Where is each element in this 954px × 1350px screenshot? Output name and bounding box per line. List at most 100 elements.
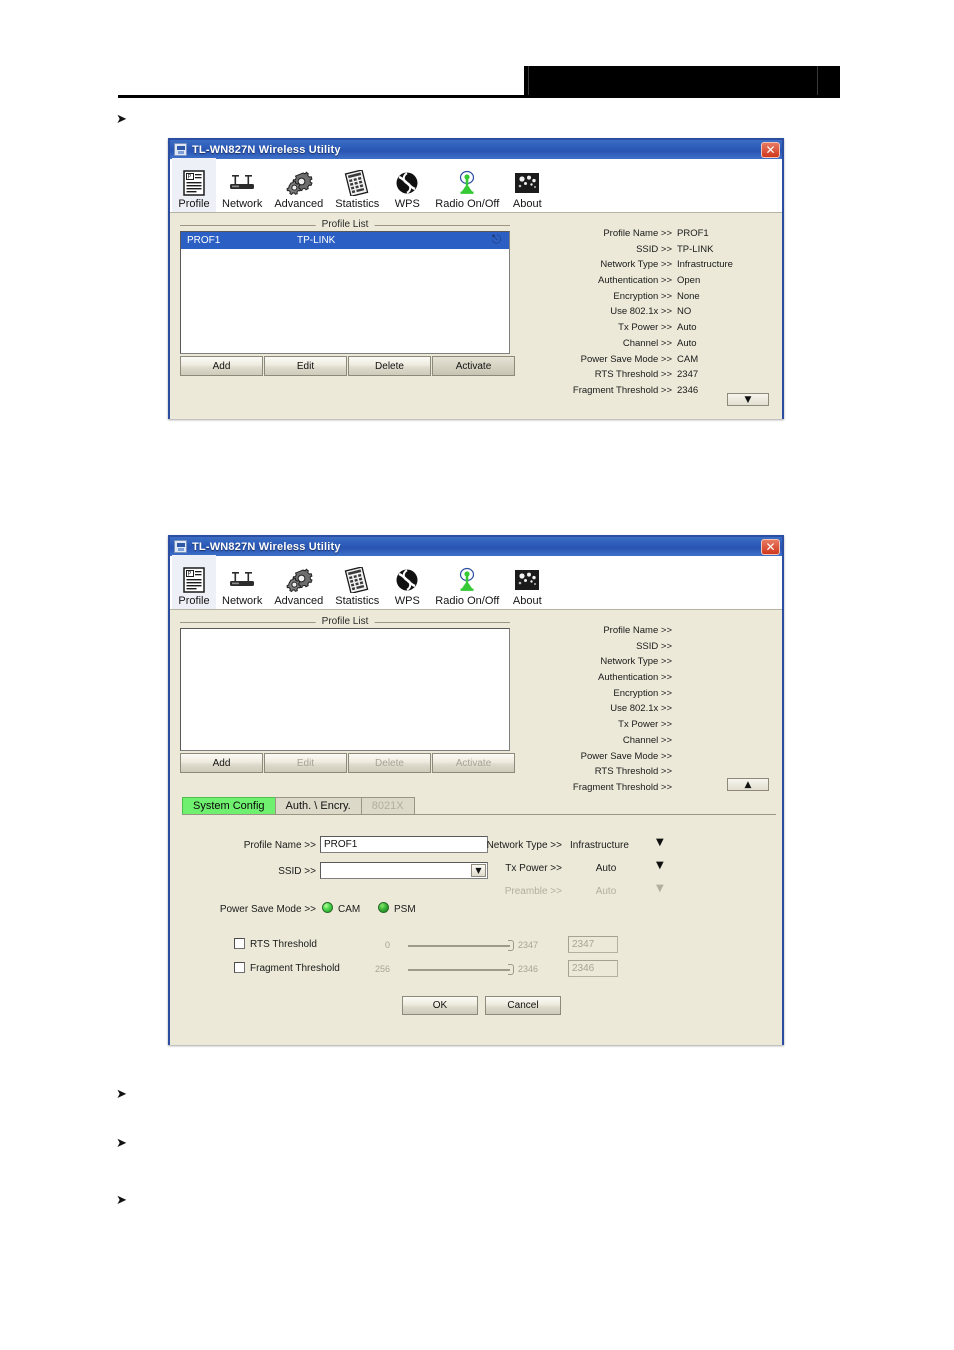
tabstrip-underline — [182, 814, 776, 815]
detail-row: Power Save Mode >> — [516, 751, 778, 762]
detail-value: CAM — [677, 353, 699, 365]
detail-label: RTS Threshold >> — [594, 766, 672, 778]
activate-button[interactable]: Activate — [432, 356, 515, 376]
wps-icon — [391, 169, 423, 197]
network-type-label: Network Type >> — [486, 840, 562, 851]
tab-label: Auth. \ Encry. — [285, 800, 351, 812]
tx-power-chevron-down-icon[interactable]: ▼ — [656, 861, 664, 871]
page-header-rule — [118, 95, 840, 98]
fragment-threshold-checkbox[interactable] — [234, 962, 245, 973]
profile-row-name: PROF1 — [187, 235, 221, 246]
toolbar-item-radio-on-off[interactable]: Radio On/Off — [429, 158, 505, 212]
scroll-down-button[interactable]: ▼ — [727, 393, 769, 406]
table-row[interactable]: PROF1 TP-LINK ⎋ — [181, 232, 509, 249]
fragment-slider-track[interactable] — [408, 969, 510, 971]
profile-name-input[interactable]: PROF1 — [320, 836, 488, 853]
add-button[interactable]: Add — [180, 753, 263, 773]
tx-power-value[interactable]: Auto — [570, 863, 642, 874]
detail-label: Tx Power >> — [618, 322, 672, 334]
rts-slider-track[interactable] — [408, 945, 510, 947]
wireless-utility-window-2: TL-WN827N Wireless Utility ✕ P Profile N… — [168, 535, 784, 1045]
detail-value: Auto — [677, 337, 697, 349]
power-save-psm-radio[interactable] — [378, 902, 389, 913]
detail-row: Profile Name >> PROF1 — [516, 229, 778, 239]
network-type-value[interactable]: Infrastructure — [570, 840, 670, 851]
profile-list-box[interactable]: PROF1 TP-LINK ⎋ — [180, 231, 510, 354]
cancel-button[interactable]: Cancel — [485, 996, 561, 1015]
app-icon — [174, 143, 187, 156]
toolbar-item-network[interactable]: Network — [216, 555, 268, 609]
detail-label: Fragment Threshold >> — [572, 384, 672, 396]
toolbar-item-profile[interactable]: P Profile — [172, 158, 216, 212]
detail-row: Use 802.1x >> — [516, 704, 778, 714]
toolbar-item-advanced[interactable]: Advanced — [268, 158, 329, 212]
arrow-bullet-1: ➤ — [116, 112, 127, 127]
add-button[interactable]: Add — [180, 356, 263, 376]
detail-value: Open — [677, 275, 701, 287]
toolbar-item-statistics[interactable]: Statistics — [329, 555, 385, 609]
toolbar-item-statistics[interactable]: Statistics — [329, 158, 385, 212]
profile-details-panel: Profile Name >> SSID >> Network Type >> Aut… — [516, 626, 778, 799]
fragment-slider-thumb[interactable] — [508, 964, 514, 975]
network-icon — [226, 566, 258, 594]
rts-threshold-value[interactable]: 2347 — [568, 936, 618, 953]
toolbar-item-label: Radio On/Off — [435, 595, 500, 607]
fragment-threshold-value[interactable]: 2346 — [568, 960, 618, 977]
profile-action-buttons: Add Edit Delete Activate — [180, 356, 515, 376]
detail-value: Auto — [677, 322, 697, 334]
detail-row: Authentication >> Open — [516, 276, 778, 286]
title-bar[interactable]: TL-WN827N Wireless Utility ✕ — [170, 537, 782, 556]
main-toolbar: P Profile Network Advanced Statistics WP… — [170, 555, 782, 610]
toolbar-item-wps[interactable]: WPS — [385, 555, 429, 609]
arrow-bullet-2: ➤ — [116, 1087, 127, 1102]
detail-label: Encryption >> — [613, 290, 672, 302]
detail-value: 2347 — [677, 369, 699, 381]
edit-button[interactable]: Edit — [264, 356, 347, 376]
close-icon[interactable]: ✕ — [761, 538, 780, 555]
toolbar-item-network[interactable]: Network — [216, 158, 268, 212]
rts-slider-thumb[interactable] — [508, 940, 514, 951]
detail-row: Encryption >> None — [516, 292, 778, 302]
detail-row: Channel >> Auto — [516, 339, 778, 349]
toolbar-item-wps[interactable]: WPS — [385, 158, 429, 212]
tab-system-config[interactable]: System Config — [182, 797, 276, 814]
detail-label: Authentication >> — [598, 275, 672, 287]
detail-row: Authentication >> — [516, 673, 778, 683]
scroll-up-button[interactable]: ▲ — [727, 778, 769, 791]
wireless-utility-window-1: TL-WN827N Wireless Utility ✕ P Profile N… — [168, 138, 784, 419]
app-icon — [174, 540, 187, 553]
rts-threshold-checkbox[interactable] — [234, 938, 245, 949]
ssid-combobox[interactable]: ▼ — [320, 862, 488, 879]
detail-value: 2346 — [677, 384, 699, 396]
detail-row: RTS Threshold >> 2347 — [516, 370, 778, 380]
detail-label: Use 802.1x >> — [610, 306, 672, 318]
detail-row: Network Type >> Infrastructure — [516, 260, 778, 270]
detail-row: Encryption >> — [516, 689, 778, 699]
toolbar-item-label: Advanced — [274, 595, 324, 607]
profile-list-box[interactable] — [180, 628, 510, 751]
toolbar-item-about[interactable]: About — [505, 555, 549, 609]
statistics-icon — [341, 566, 373, 594]
profile-list-group: Profile List — [180, 219, 510, 230]
toolbar-item-profile[interactable]: P Profile — [172, 555, 216, 609]
close-icon[interactable]: ✕ — [761, 141, 780, 158]
network-type-chevron-down-icon[interactable]: ▼ — [656, 838, 664, 848]
network-icon — [226, 169, 258, 197]
about-icon — [511, 169, 543, 197]
detail-label: Authentication >> — [598, 672, 672, 684]
tab-label: System Config — [193, 800, 265, 812]
detail-label: SSID >> — [636, 640, 672, 652]
ok-button[interactable]: OK — [402, 996, 478, 1015]
toolbar-item-advanced[interactable]: Advanced — [268, 555, 329, 609]
advanced-gear-icon — [283, 566, 315, 594]
power-save-cam-radio[interactable] — [322, 902, 333, 913]
toolbar-item-about[interactable]: About — [505, 158, 549, 212]
title-bar[interactable]: TL-WN827N Wireless Utility ✕ — [170, 140, 782, 159]
power-save-psm-label: PSM — [394, 904, 416, 915]
tab-auth-encry[interactable]: Auth. \ Encry. — [274, 797, 362, 814]
statistics-icon — [341, 169, 373, 197]
detail-label: RTS Threshold >> — [594, 369, 672, 381]
detail-row: Tx Power >> — [516, 720, 778, 730]
toolbar-item-radio-on-off[interactable]: Radio On/Off — [429, 555, 505, 609]
delete-button[interactable]: Delete — [348, 356, 431, 376]
